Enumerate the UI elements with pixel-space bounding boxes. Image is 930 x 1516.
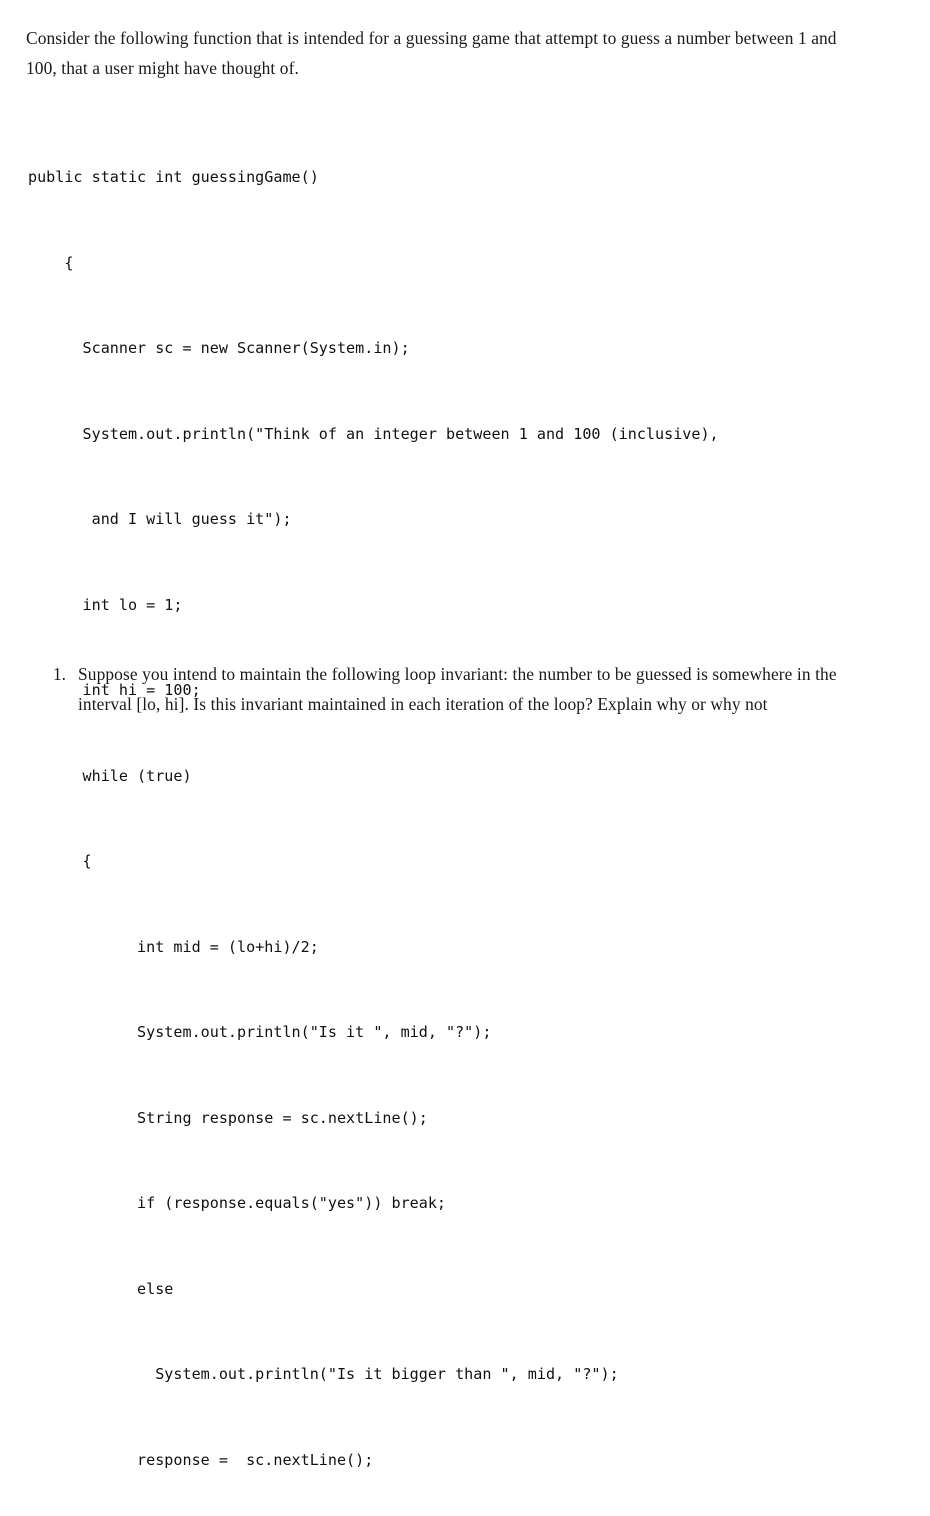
code-line: if (response.equals("yes")) break; [28, 1194, 447, 1212]
code-line: System.out.println("Think of an integer … [28, 424, 719, 443]
code-listing: public static int guessingGame() { Scann… [28, 106, 888, 1516]
code-line: int mid = (lo+hi)/2; [28, 937, 319, 956]
question-list: 1. Suppose you intend to maintain the fo… [40, 660, 850, 719]
code-line: System.out.println("Is it bigger than ",… [28, 1365, 619, 1383]
question-number: 1. [52, 664, 66, 684]
code-line: String response = sc.nextLine(); [28, 1108, 428, 1127]
question-text: Suppose you intend to maintain the follo… [78, 664, 837, 714]
intro-paragraph: Consider the following function that is … [26, 28, 837, 79]
code-line: { [28, 253, 74, 272]
code-line: System.out.println("Is it ", mid, "?"); [28, 1023, 492, 1041]
code-line: { [28, 852, 92, 870]
code-line: and I will guess it"); [28, 510, 292, 528]
code-line: while (true) [28, 766, 192, 785]
code-line: response = sc.nextLine(); [28, 1450, 374, 1469]
code-line: Scanner sc = new Scanner(System.in); [28, 339, 410, 357]
code-line: else [28, 1279, 174, 1298]
question-item: 1. Suppose you intend to maintain the fo… [40, 660, 850, 719]
document-page: Consider the following function that is … [0, 0, 930, 1468]
code-line: int lo = 1; [28, 595, 183, 614]
code-line: public static int guessingGame() [28, 168, 319, 186]
